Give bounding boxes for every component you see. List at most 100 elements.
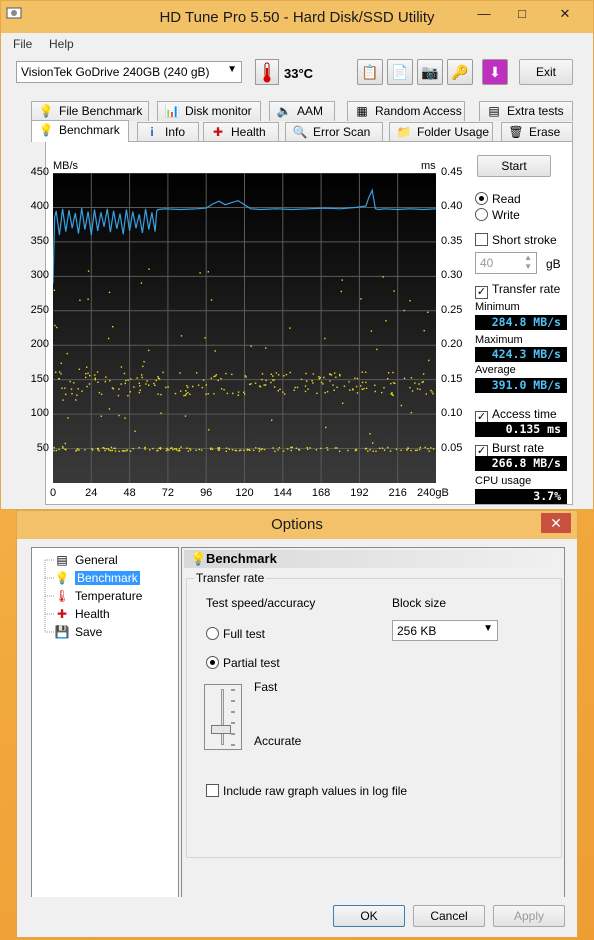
camera-icon[interactable]: 📷 — [417, 59, 443, 85]
access-time-point — [367, 450, 369, 452]
tree-item-label: Temperature — [75, 589, 143, 603]
write-radio[interactable]: Write — [475, 208, 520, 222]
access-time-point — [392, 382, 395, 384]
full-test-label: Full test — [223, 627, 266, 641]
tab-health[interactable]: ✚ Health — [203, 122, 279, 142]
maximize-button[interactable]: □ — [507, 3, 537, 25]
start-button[interactable]: Start — [477, 155, 551, 177]
access-time-point — [291, 446, 293, 448]
access-time-point — [97, 448, 99, 450]
short-stroke-spinner[interactable]: 40 ▲ ▼ — [475, 252, 537, 274]
access-time-point — [178, 448, 180, 450]
apply-button[interactable]: Apply — [493, 905, 565, 927]
tab-file-benchmark[interactable]: 💡 File Benchmark — [31, 101, 149, 121]
tab-folder-usage[interactable]: 📁 Folder Usage — [389, 122, 493, 142]
access-time-point — [410, 449, 412, 452]
access-time-point — [374, 384, 376, 386]
close-button[interactable]: ✕ — [543, 3, 587, 25]
copy-info-icon[interactable]: 📄 — [387, 59, 413, 85]
access-time-point — [62, 447, 64, 449]
tree-item-health[interactable]: ✚ Health — [54, 606, 110, 623]
access-time-point — [114, 450, 117, 452]
access-time-point — [319, 377, 321, 379]
tab-extra-tests[interactable]: ▤ Extra tests — [479, 101, 573, 121]
close-icon[interactable]: ✕ — [541, 513, 571, 533]
tab-erase[interactable]: 🗑 Erase — [501, 122, 573, 142]
tab-disk-monitor[interactable]: 📊 Disk monitor — [157, 101, 261, 121]
ok-button[interactable]: OK — [333, 905, 405, 927]
tree-item-benchmark[interactable]: 💡 Benchmark — [54, 570, 140, 587]
access-time-point — [385, 320, 387, 322]
access-time-point — [356, 377, 359, 380]
copy-text-icon[interactable]: 📋 — [357, 59, 383, 85]
transfer-rate-checkbox[interactable]: ✓ Transfer rate — [475, 282, 560, 299]
access-time-point — [290, 446, 292, 449]
access-time-point — [204, 337, 206, 339]
folder-icon: 📁 — [396, 125, 412, 139]
raw-values-checkbox[interactable]: Include raw graph values in log file — [206, 784, 407, 798]
app-icon[interactable] — [3, 5, 25, 27]
tab-info[interactable]: i Info — [137, 122, 199, 142]
access-time-point — [118, 450, 120, 452]
checkbox-box — [475, 233, 488, 246]
exit-button[interactable]: Exit — [519, 59, 573, 85]
access-time-point — [91, 448, 93, 450]
access-time-point — [414, 449, 417, 452]
tree-item-label: Save — [75, 625, 103, 639]
health-cross-icon: ✚ — [212, 125, 224, 139]
access-time-point — [341, 279, 343, 281]
access-time-point — [290, 449, 292, 452]
info-icon: i — [150, 125, 154, 139]
access-time-point — [162, 371, 164, 374]
short-stroke-checkbox[interactable]: Short stroke — [475, 233, 557, 247]
extra-tests-icon: ▤ — [488, 104, 500, 118]
access-time-point — [75, 399, 77, 401]
slider-thumb[interactable] — [211, 724, 231, 734]
access-time-point — [312, 373, 314, 375]
access-time-point — [228, 448, 230, 450]
tree-item-general[interactable]: ▤ General — [54, 552, 117, 569]
download-arrow-icon[interactable]: ⬇ — [482, 59, 508, 85]
access-time-point — [414, 382, 416, 384]
radio-dot — [206, 627, 219, 640]
partial-test-radio[interactable]: Partial test — [206, 656, 280, 670]
tree-item-save[interactable]: 💾 Save — [54, 624, 103, 641]
access-time-point — [243, 393, 246, 395]
tab-random-access[interactable]: ▦ Random Access — [347, 101, 465, 121]
speed-accuracy-slider[interactable] — [204, 684, 242, 750]
access-time-point — [244, 375, 247, 377]
drive-select[interactable]: VisionTek GoDrive 240GB (240 gB) ▼ — [16, 61, 242, 83]
options-keys-icon[interactable]: 🔑 — [447, 59, 473, 85]
access-time-point — [410, 377, 413, 379]
access-time-point — [117, 394, 120, 397]
tab-error-scan[interactable]: 🔍 Error Scan — [285, 122, 383, 142]
block-size-select[interactable]: 256 KB ▼ — [392, 620, 498, 641]
access-time-point — [87, 270, 90, 272]
access-time-point — [139, 389, 141, 391]
access-time-point — [261, 378, 263, 381]
access-time-point — [196, 372, 198, 374]
read-radio[interactable]: Read — [475, 192, 521, 206]
menu-help[interactable]: Help — [49, 37, 74, 51]
access-time-point — [55, 449, 58, 452]
y-tick-label: 250 — [30, 303, 49, 316]
tab-benchmark[interactable]: 💡 Benchmark — [31, 120, 129, 142]
cancel-button[interactable]: Cancel — [413, 905, 485, 927]
minimize-button[interactable]: — — [469, 3, 499, 25]
access-time-point — [347, 449, 349, 452]
tab-label: Benchmark — [59, 123, 120, 137]
access-time-point — [231, 373, 233, 376]
access-time-point — [246, 449, 248, 451]
thermometer-icon — [255, 59, 279, 85]
access-time-point — [332, 384, 334, 386]
tree-item-temperature[interactable]: 🌡 Temperature — [54, 588, 142, 605]
access-time-point — [249, 449, 251, 451]
short-stroke-label: Short stroke — [492, 233, 557, 247]
minimum-label: Minimum — [475, 301, 520, 313]
tab-aam[interactable]: 🔈 AAM — [269, 101, 335, 121]
access-time-point — [144, 446, 146, 449]
menu-file[interactable]: File — [13, 37, 32, 51]
access-time-point — [64, 442, 66, 445]
access-time-point — [100, 415, 102, 417]
full-test-radio[interactable]: Full test — [206, 627, 265, 641]
